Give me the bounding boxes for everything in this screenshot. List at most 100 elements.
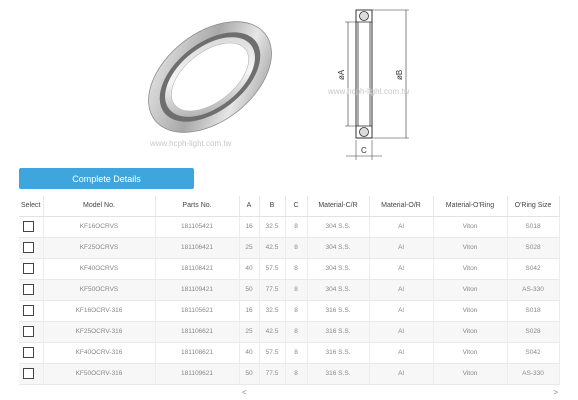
table-cell: 25 [239,321,260,343]
column-header: Material-O'Ring [433,196,508,217]
table-cell: 32.5 [259,300,286,322]
table-row: KF25OCRVS 181106421 25 42.5 8 304 S.S. Al Viton… [19,237,560,259]
table-cell: 304 S.S. [307,258,370,280]
scroll-right-icon[interactable]: > [553,388,558,397]
select-checkbox[interactable] [23,347,34,358]
table-cell: 42.5 [259,321,286,343]
table-cell: 304 S.S. [307,216,370,238]
table-header-row: Select Model No. Parts No. A B C Material-C/R M… [19,196,560,217]
select-cell [19,237,44,259]
table-cell: 8 [285,321,308,343]
table-cell: 181106421 [155,237,240,259]
table-cell: 8 [285,258,308,280]
table-cell: Viton [433,321,508,343]
table-cell: 316 S.S. [307,363,370,385]
column-header: Parts No. [155,196,240,217]
table-cell: 42.5 [259,237,286,259]
table-cell: KF50OCRVS [43,279,156,301]
table-cell: 181105421 [155,216,240,238]
table-cell: 316 S.S. [307,300,370,322]
select-checkbox[interactable] [23,242,34,253]
table-row: KF50OCRVS 181109421 50 77.5 8 304 S.S. Al Viton… [19,279,560,301]
table-cell: S028 [507,237,560,259]
select-cell [19,363,44,385]
table-cell: 8 [285,300,308,322]
select-cell [19,258,44,280]
column-header: C [285,196,308,217]
scroll-left-icon[interactable]: < [242,388,247,397]
table-cell: 304 S.S. [307,237,370,259]
select-checkbox[interactable] [23,263,34,274]
table-cell: AS-330 [507,279,560,301]
table-cell: 8 [285,237,308,259]
table-cell: 316 S.S. [307,342,370,364]
table-cell: 8 [285,342,308,364]
table-cell: 16 [239,216,260,238]
table-row: KF50OCRV-316 181109621 50 77.5 8 316 S.S. Al Vi… [19,363,560,385]
parts-table: Select Model No. Parts No. A B C Material-C/R M… [19,196,560,385]
column-header: B [259,196,286,217]
table-cell: Viton [433,363,508,385]
table-cell: Viton [433,258,508,280]
table-cell: 32.5 [259,216,286,238]
table-cell: KF50OCRV-316 [43,363,156,385]
column-header: Select [19,196,44,217]
select-checkbox[interactable] [23,221,34,232]
table-cell: Al [369,258,434,280]
table-cell: 8 [285,279,308,301]
table-cell: KF25OCRV-316 [43,321,156,343]
table-cell: Al [369,279,434,301]
product-figures: www.hcph-light.com.tw øA øB C www.hcph-l… [0,0,578,165]
dimension-label-a: øA [337,69,346,80]
table-cell: S028 [507,321,560,343]
complete-details-button[interactable]: Complete Details [19,168,194,189]
table-cell: 181109621 [155,363,240,385]
select-checkbox[interactable] [23,326,34,337]
table-cell: 304 S.S. [307,279,370,301]
table-cell: 316 S.S. [307,321,370,343]
table-cell: 8 [285,363,308,385]
table-cell: 181106621 [155,321,240,343]
column-header: A [239,196,260,217]
table-cell: S018 [507,216,560,238]
select-checkbox[interactable] [23,305,34,316]
select-cell [19,321,44,343]
table-row: KF25OCRV-316 181106621 25 42.5 8 316 S.S. Al Vi… [19,321,560,343]
table-cell: S042 [507,258,560,280]
table-cell: KF25OCRVS [43,237,156,259]
table-cell: 25 [239,237,260,259]
table-cell: 181108621 [155,342,240,364]
table-cell: 57.5 [259,258,286,280]
select-cell [19,342,44,364]
table-cell: 8 [285,216,308,238]
horizontal-scrollbar[interactable]: < > [238,388,560,398]
table-cell: 16 [239,300,260,322]
table-row: KF40OCRV-316 181108621 40 57.5 8 316 S.S. Al Vi… [19,342,560,364]
column-header: Model No. [43,196,156,217]
table-cell: KF16OCRVS [43,216,156,238]
table-cell: 57.5 [259,342,286,364]
table-row: KF16OCRVS 181105421 16 32.5 8 304 S.S. Al Viton… [19,216,560,238]
table-cell: KF40OCRV-316 [43,342,156,364]
select-checkbox[interactable] [23,284,34,295]
table-cell: Viton [433,237,508,259]
dimension-drawing: øA øB C www.hcph-light.com.tw [327,9,410,160]
dimension-label-b: øB [395,70,404,80]
column-header: O'Ring Size [507,196,560,217]
table-cell: 40 [239,342,260,364]
drawing-watermark: www.hcph-light.com.tw [327,87,410,96]
select-checkbox[interactable] [23,368,34,379]
table-cell: Al [369,300,434,322]
table-cell: Al [369,363,434,385]
select-cell [19,216,44,238]
table-cell: 181105621 [155,300,240,322]
table-cell: S018 [507,300,560,322]
column-header: Material-C/R [307,196,370,217]
table-cell: Al [369,321,434,343]
table-cell: Viton [433,342,508,364]
table-row: KF16OCRV-316 181105621 16 32.5 8 316 S.S. Al Vi… [19,300,560,322]
table-cell: KF40OCRVS [43,258,156,280]
table-cell: 181108421 [155,258,240,280]
select-cell [19,279,44,301]
centering-ring-image: www.hcph-light.com.tw [148,21,272,148]
